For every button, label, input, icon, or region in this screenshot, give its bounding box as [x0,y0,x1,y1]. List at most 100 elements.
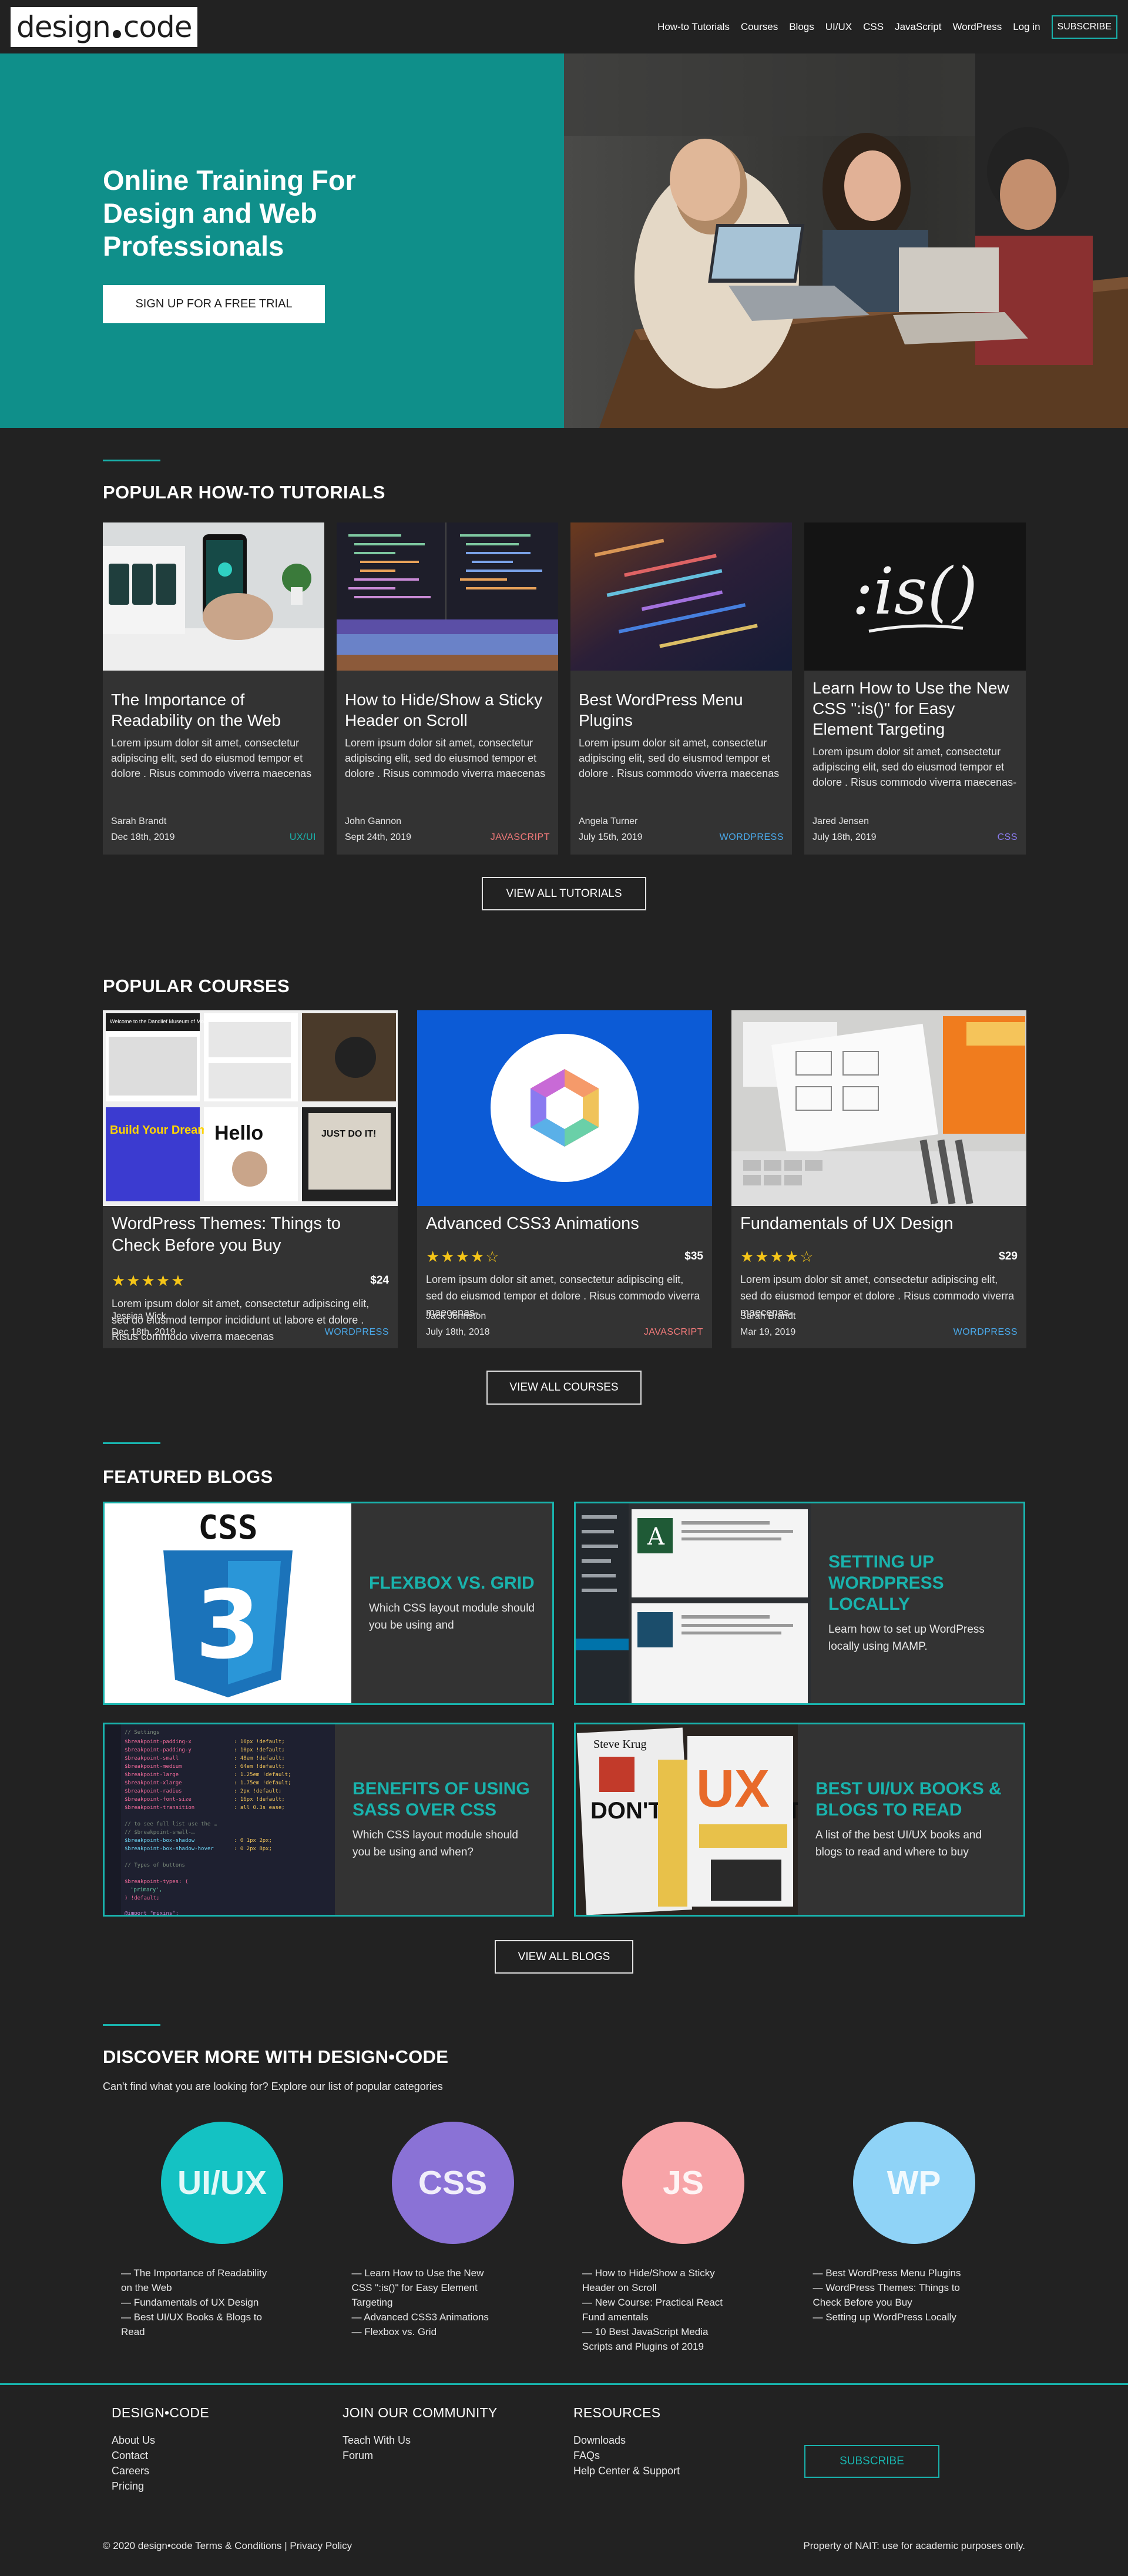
nav-link-wordpress[interactable]: WordPress [952,21,1002,33]
tutorial-thumbnail [570,522,792,671]
nav-link-blogs[interactable]: Blogs [789,21,814,33]
category-link[interactable]: — Flexbox vs. Grid [352,2324,504,2339]
blog-card[interactable]: A SETTING UP WORDPRESS LOCALLY Learn how… [574,1502,1025,1705]
category-circle-css[interactable]: CSS [391,2122,514,2244]
tutorial-card[interactable]: Best WordPress Menu Plugins Lorem ipsum … [570,522,792,855]
blog-body: SETTING UP WORDPRESS LOCALLY Learn how t… [811,1503,1023,1703]
footer: DESIGN•CODE About Us Contact Careers Pri… [0,2383,1128,2494]
blog-card[interactable]: CSS 3 FLEXBOX VS. GRID Which CSS layout … [103,1502,554,1705]
category-css: CSS — Learn How to Use the New CSS ":is(… [334,2122,565,2354]
view-all-blogs-button[interactable]: VIEW ALL BLOGS [495,1940,633,1974]
footer-link-about[interactable]: About Us [112,2433,343,2448]
tutorial-author: Angela Turner [579,816,638,826]
view-all-tutorials-button[interactable]: VIEW ALL TUTORIALS [482,877,646,910]
svg-text:$breakpoint-font-size: $breakpoint-font-size [125,1797,192,1803]
tutorial-tag[interactable]: JAVASCRIPT [491,829,550,845]
tutorial-tag[interactable]: CSS [998,829,1018,845]
svg-text:@import "mixins";: @import "mixins"; [125,1911,179,1915]
footer-link-pricing[interactable]: Pricing [112,2478,343,2494]
course-author: Sarah Brandt [740,1311,796,1321]
nav-link-uiux[interactable]: UI/UX [825,21,852,33]
footer-link-careers[interactable]: Careers [112,2463,343,2478]
course-card[interactable]: Fundamentals of UX Design ★★★★☆ $29 Lore… [731,1010,1026,1348]
tutorial-card[interactable]: How to Hide/Show a Sticky Header on Scro… [337,522,558,855]
course-meta: Sarah Brandt Mar 19, 2019 WORDPRESS [740,1308,1018,1340]
course-thumbnail [417,1010,712,1206]
tutorial-date: Dec 18th, 2019 [111,832,175,842]
category-links: — Learn How to Use the New CSS ":is()" f… [334,2266,504,2339]
category-link[interactable]: — Advanced CSS3 Animations [352,2310,504,2324]
category-link[interactable]: — Best UI/UX Books & Blogs to Read [121,2310,273,2339]
rating-row: ★★★★★ $24 [112,1272,389,1289]
section-accent-line [103,2024,160,2026]
footer-link-faqs[interactable]: FAQs [573,2448,804,2463]
tutorial-card[interactable]: The Importance of Readability on the Web… [103,522,324,855]
hero-photo-illustration [564,53,1128,428]
free-trial-button[interactable]: SIGN UP FOR A FREE TRIAL [103,285,325,323]
category-link[interactable]: — The Importance of Readability on the W… [121,2266,273,2295]
footer-link-contact[interactable]: Contact [112,2448,343,2463]
nav-link-javascript[interactable]: JavaScript [895,21,941,33]
category-link[interactable]: — 10 Best JavaScript Media Scripts and P… [582,2324,734,2354]
blog-desc: A list of the best UI/UX books and blogs… [815,1829,982,1858]
blogs-grid: CSS 3 FLEXBOX VS. GRID Which CSS layout … [103,1502,1025,1917]
tutorial-thumbnail [337,522,558,671]
rating-row: ★★★★☆ $35 [426,1248,703,1265]
svg-text:$breakpoint-padding-x: $breakpoint-padding-x [125,1739,192,1745]
footer-col-resources: RESOURCES Downloads FAQs Help Center & S… [573,2405,804,2494]
tutorial-tag[interactable]: WORDPRESS [720,829,784,845]
view-all-courses-button[interactable]: VIEW ALL COURSES [486,1371,642,1405]
course-tag[interactable]: WORDPRESS [325,1324,389,1340]
course-price: $24 [370,1274,389,1287]
blogs-title: FEATURED BLOGS [103,1466,273,1487]
nav-link-css[interactable]: CSS [863,21,884,33]
blog-card[interactable]: Steve Krug DON'T MAKE ME THINK UX BEST U… [574,1723,1025,1917]
category-link[interactable]: — Best WordPress Menu Plugins [813,2266,965,2280]
hello-label: Hello [214,1122,263,1144]
tutorial-tag[interactable]: UX/UI [290,829,316,845]
footer-link-help[interactable]: Help Center & Support [573,2463,804,2478]
footer-link-downloads[interactable]: Downloads [573,2433,804,2448]
nav-link-login[interactable]: Log in [1013,21,1040,33]
blog-title: FLEXBOX VS. GRID [369,1573,535,1593]
category-circle-js[interactable]: JS [622,2122,744,2244]
hero-photo [564,53,1128,428]
blog-card[interactable]: // Settings $breakpoint-padding-x: 16px … [103,1723,554,1917]
category-js: JS — How to Hide/Show a Sticky Header on… [564,2122,795,2354]
category-circle-uiux[interactable]: UI/UX [161,2122,283,2244]
category-link[interactable]: — How to Hide/Show a Sticky Header on Sc… [582,2266,734,2295]
footer-heading: DESIGN•CODE [112,2405,209,2420]
svg-text:: 16px !default;: : 16px !default; [234,1739,285,1745]
svg-text:$breakpoint-medium: $breakpoint-medium [125,1764,182,1770]
footer-link-forum[interactable]: Forum [343,2448,573,2463]
tutorial-meta: Angela Turner July 15th, 2019 WORDPRESS [579,813,784,845]
blog-desc: Which CSS layout module should you be us… [369,1602,535,1632]
category-link[interactable]: — Fundamentals of UX Design [121,2295,273,2310]
svg-text:$breakpoint-radius: $breakpoint-radius [125,1788,182,1794]
tutorial-card[interactable]: :is() Learn How to Use the New CSS ":is(… [804,522,1026,855]
footer-note: Property of NAIT: use for academic purpo… [803,2540,1025,2551]
nav-link-tutorials[interactable]: How-to Tutorials [657,21,730,33]
nav-link-courses[interactable]: Courses [741,21,778,33]
category-link[interactable]: — New Course: Practical React Fund ament… [582,2295,734,2324]
blog-body: BEST UI/UX BOOKS & BLOGS TO READ A list … [798,1724,1023,1915]
logo-text-left: design [16,9,111,44]
course-tag[interactable]: JAVASCRIPT [644,1324,703,1340]
footer-link-teach[interactable]: Teach With Us [343,2433,573,2448]
course-tag[interactable]: WORDPRESS [954,1324,1018,1340]
svg-text:: 64em !default;: : 64em !default; [234,1764,285,1770]
logo[interactable]: design code [11,6,198,47]
footer-subscribe-button[interactable]: SUBSCRIBE [804,2445,939,2478]
svg-text:: 10px !default;: : 10px !default; [234,1747,285,1753]
blog-thumbnail: CSS 3 [105,1503,351,1703]
category-link[interactable]: — Setting up WordPress Locally [813,2310,965,2324]
footer-heading: RESOURCES [573,2405,661,2420]
subscribe-button[interactable]: SUBSCRIBE [1051,15,1117,39]
category-link[interactable]: — WordPress Themes: Things to Check Befo… [813,2280,965,2310]
course-card[interactable]: Advanced CSS3 Animations ★★★★☆ $35 Lorem… [417,1010,712,1348]
course-body: Advanced CSS3 Animations ★★★★☆ $35 Lorem… [417,1206,712,1321]
discover-subtitle: Can't find what you are looking for? Exp… [103,2081,443,2092]
category-circle-wp[interactable]: WP [852,2122,975,2244]
category-link[interactable]: — Learn How to Use the New CSS ":is()" f… [352,2266,504,2310]
course-card[interactable]: Welcome to the Dandilef Museum of Modern… [103,1010,398,1348]
